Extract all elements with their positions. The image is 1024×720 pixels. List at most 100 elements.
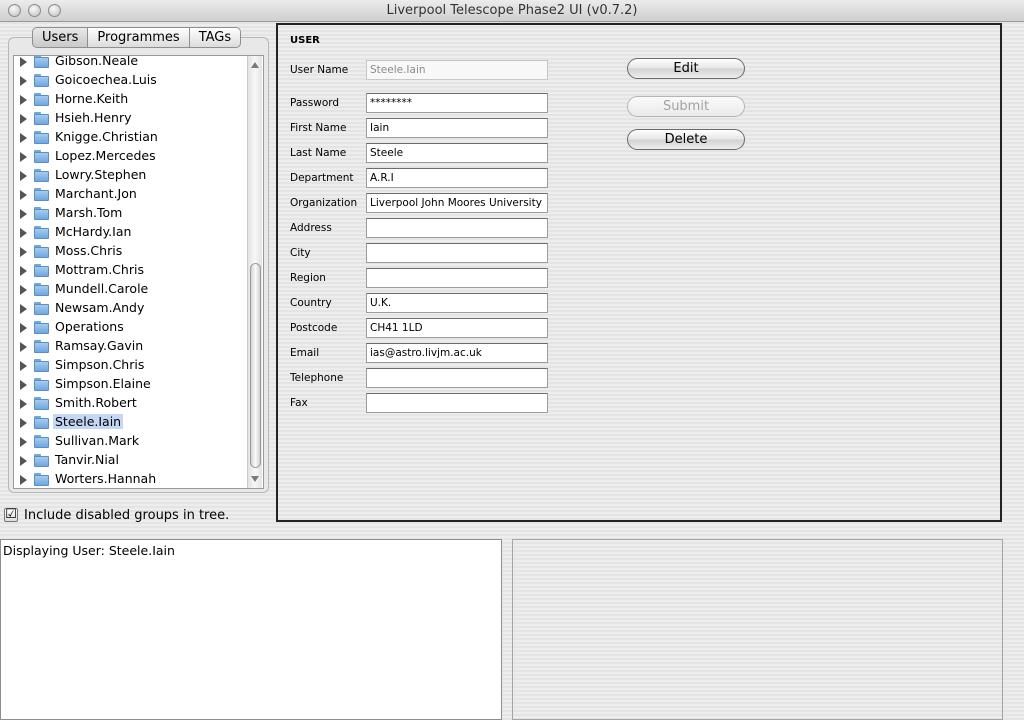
expand-arrow-icon[interactable] — [20, 152, 27, 162]
folder-icon — [34, 207, 49, 220]
expand-arrow-icon[interactable] — [20, 228, 27, 238]
expand-arrow-icon[interactable] — [20, 361, 27, 371]
field-input[interactable]: A.R.I — [366, 168, 548, 188]
tree-item[interactable]: Operations — [14, 318, 248, 337]
expand-arrow-icon[interactable] — [20, 380, 27, 390]
folder-icon — [34, 416, 49, 429]
include-disabled-checkbox[interactable]: ☑ — [4, 508, 18, 522]
scroll-up-arrow-icon[interactable] — [251, 62, 259, 68]
field-input[interactable]: Steele — [366, 143, 548, 163]
user-tree[interactable]: Gibson.Neale Goicoechea.Luis Horne.Keith Hs… — [13, 55, 264, 489]
folder-icon — [34, 245, 49, 258]
delete-button[interactable]: Delete — [627, 129, 745, 150]
tree-item-label: Hsieh.Henry — [55, 110, 132, 125]
field-input[interactable] — [366, 393, 548, 413]
expand-arrow-icon[interactable] — [20, 266, 27, 276]
expand-arrow-icon[interactable] — [20, 399, 27, 409]
expand-arrow-icon[interactable] — [20, 285, 27, 295]
tree-item[interactable]: Lowry.Stephen — [14, 166, 248, 185]
field-input[interactable]: ias@astro.livjm.ac.uk — [366, 343, 548, 363]
tree-item-label: McHardy.Ian — [55, 224, 132, 239]
tree-item-label: Knigge.Christian — [55, 129, 158, 144]
edit-button[interactable]: Edit — [627, 58, 745, 79]
tree-scrollbar[interactable] — [247, 56, 262, 488]
tree-item[interactable]: Goicoechea.Luis — [14, 71, 248, 90]
expand-arrow-icon[interactable] — [20, 475, 27, 485]
tree-item[interactable]: Smith.Robert — [14, 394, 248, 413]
expand-arrow-icon[interactable] — [20, 342, 27, 352]
expand-arrow-icon[interactable] — [20, 133, 27, 143]
tree-item[interactable]: Simpson.Chris — [14, 356, 248, 375]
field-input[interactable]: Iain — [366, 118, 548, 138]
tree-item[interactable]: Worters.Hannah — [14, 470, 248, 488]
tree-item[interactable]: Newsam.Andy — [14, 299, 248, 318]
expand-arrow-icon[interactable] — [20, 76, 27, 86]
title-bar: Liverpool Telescope Phase2 UI (v0.7.2) — [0, 0, 1024, 22]
tree-item-label: Worters.Hannah — [55, 471, 157, 486]
expand-arrow-icon[interactable] — [20, 323, 27, 333]
tree-item-label: Horne.Keith — [55, 91, 129, 106]
tab-users[interactable]: Users — [32, 27, 89, 48]
field-input[interactable] — [366, 218, 548, 238]
expand-arrow-icon[interactable] — [20, 57, 27, 67]
tree-item[interactable]: Steele.Iain — [14, 413, 248, 432]
folder-icon — [34, 150, 49, 163]
tree-item[interactable]: Lopez.Mercedes — [14, 147, 248, 166]
tree-item[interactable]: Sullivan.Mark — [14, 432, 248, 451]
tree-item[interactable]: Mottram.Chris — [14, 261, 248, 280]
expand-arrow-icon[interactable] — [20, 456, 27, 466]
tree-item[interactable]: Knigge.Christian — [14, 128, 248, 147]
field-input[interactable]: U.K. — [366, 293, 548, 313]
tree-item[interactable]: Gibson.Neale — [14, 56, 248, 71]
folder-icon — [34, 302, 49, 315]
tree-item-label: Marsh.Tom — [55, 205, 123, 220]
scroll-thumb[interactable] — [250, 263, 261, 468]
folder-icon — [34, 435, 49, 448]
field-label: Email — [290, 347, 320, 359]
tree-item[interactable]: Hsieh.Henry — [14, 109, 248, 128]
tree-item-label: Smith.Robert — [55, 395, 137, 410]
tree-item[interactable]: Moss.Chris — [14, 242, 248, 261]
tree-item[interactable]: Horne.Keith — [14, 90, 248, 109]
field-input[interactable] — [366, 243, 548, 263]
field-label: Last Name — [290, 147, 347, 159]
tree-item[interactable]: Marsh.Tom — [14, 204, 248, 223]
expand-arrow-icon[interactable] — [20, 190, 27, 200]
scroll-down-arrow-icon[interactable] — [251, 476, 259, 482]
tree-item[interactable]: Marchant.Jon — [14, 185, 248, 204]
field-label: Department — [290, 172, 354, 184]
tab-programmes[interactable]: Programmes — [88, 27, 190, 48]
expand-arrow-icon[interactable] — [20, 247, 27, 257]
tree-item-label: Mundell.Carole — [55, 281, 149, 296]
folder-icon — [34, 473, 49, 486]
field-input[interactable]: ******** — [366, 93, 548, 113]
field-input[interactable] — [366, 368, 548, 388]
field-input[interactable] — [366, 268, 548, 288]
expand-arrow-icon[interactable] — [20, 304, 27, 314]
submit-button[interactable]: Submit — [627, 96, 745, 117]
expand-arrow-icon[interactable] — [20, 437, 27, 447]
tree-item[interactable]: Simpson.Elaine — [14, 375, 248, 394]
tree-item[interactable]: McHardy.Ian — [14, 223, 248, 242]
folder-icon — [34, 378, 49, 391]
field-label: Organization — [290, 197, 358, 209]
expand-arrow-icon[interactable] — [20, 114, 27, 124]
tree-item[interactable]: Tanvir.Nial — [14, 451, 248, 470]
expand-arrow-icon[interactable] — [20, 209, 27, 219]
tree-item[interactable]: Ramsay.Gavin — [14, 337, 248, 356]
field-input[interactable]: CH41 1LD — [366, 318, 548, 338]
tree-item-label: Simpson.Chris — [55, 357, 145, 372]
expand-arrow-icon[interactable] — [20, 418, 27, 428]
tree-item-label: Operations — [55, 319, 124, 334]
field-input[interactable]: Steele.Iain — [366, 60, 548, 80]
expand-arrow-icon[interactable] — [20, 171, 27, 181]
expand-arrow-icon[interactable] — [20, 95, 27, 105]
field-label: User Name — [290, 64, 349, 76]
tab-tags[interactable]: TAGs — [189, 27, 242, 48]
tree-item[interactable]: Mundell.Carole — [14, 280, 248, 299]
field-input[interactable]: Liverpool John Moores University — [366, 193, 548, 213]
tree-item-label: Ramsay.Gavin — [55, 338, 144, 353]
log-text: Displaying User: Steele.Iain — [3, 543, 175, 558]
include-disabled-label: Include disabled groups in tree. — [24, 508, 230, 523]
field-label: Region — [290, 272, 326, 284]
